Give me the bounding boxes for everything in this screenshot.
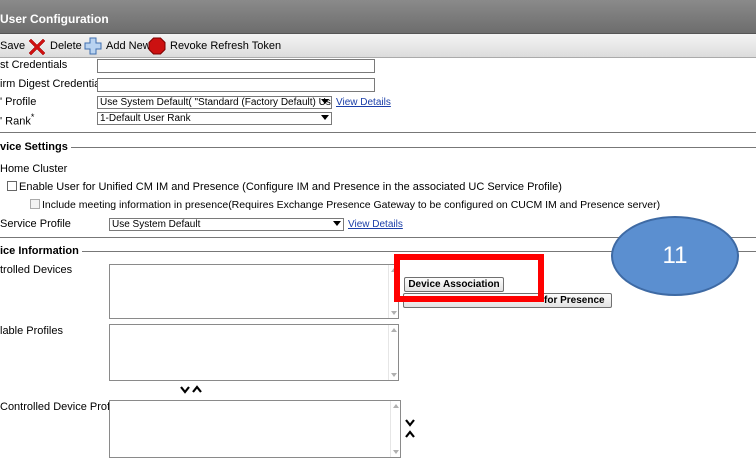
chevron-down-icon: [333, 221, 341, 226]
rank-label-text: ' Rank: [0, 115, 31, 128]
device-settings-title: vice Settings: [0, 141, 71, 153]
add-new-label: Add New: [106, 40, 151, 52]
delete-button[interactable]: Delete: [28, 37, 82, 55]
scroll-down-icon: [391, 311, 397, 315]
scroll-down-icon: [391, 373, 397, 377]
scroll-up-icon: [391, 328, 397, 332]
save-button[interactable]: Save: [0, 37, 25, 55]
scroll-up-icon: [393, 404, 399, 408]
delete-label: Delete: [50, 40, 82, 52]
profile-value: Use System Default( "Standard (Factory D…: [100, 97, 331, 108]
presence-button-label: for Presence: [544, 295, 605, 306]
controlled-device-profiles-list[interactable]: [109, 400, 401, 458]
controlled-device-profiles-label: Controlled Device Profiles: [0, 401, 127, 413]
scrollbar[interactable]: [390, 401, 400, 457]
device-information-title: ice Information: [0, 245, 82, 257]
enable-im-presence-checkbox[interactable]: [7, 181, 17, 191]
highlight-box: [394, 254, 544, 302]
chevron-down-icon: [321, 99, 329, 104]
include-meeting-checkbox[interactable]: [30, 199, 40, 209]
available-profiles-list[interactable]: [109, 324, 399, 381]
enable-im-presence-label: Enable User for Unified CM IM and Presen…: [19, 181, 562, 193]
rank-label: ' Rank*: [0, 112, 34, 128]
service-profile-select[interactable]: Use System Default: [109, 218, 344, 231]
controlled-devices-list[interactable]: [109, 264, 399, 319]
service-profile-value: Use System Default: [112, 219, 201, 230]
add-new-button[interactable]: Add New: [84, 37, 151, 55]
toolbar: Save Delete Add New Revoke Refresh Token: [0, 34, 756, 58]
confirm-digest-input[interactable]: [97, 78, 375, 92]
title-bar: User Configuration: [0, 0, 756, 34]
add-icon: [84, 37, 102, 55]
confirm-digest-label: irm Digest Credentials: [0, 78, 109, 90]
profile-label: ' Profile: [0, 96, 37, 108]
include-meeting-label: Include meeting information in presence(…: [42, 199, 661, 211]
profile-select[interactable]: Use System Default( "Standard (Factory D…: [97, 96, 332, 109]
chevron-down-icon: [321, 115, 329, 120]
user-rank-select[interactable]: 1-Default User Rank: [97, 112, 332, 125]
profile-view-details-link[interactable]: View Details: [336, 97, 391, 108]
digest-credentials-input[interactable]: [97, 59, 375, 73]
stop-icon: [148, 37, 166, 55]
scroll-down-icon: [393, 450, 399, 454]
user-rank-value: 1-Default User Rank: [100, 113, 191, 124]
home-cluster-label: Home Cluster: [0, 163, 68, 175]
revoke-label: Revoke Refresh Token: [170, 40, 282, 52]
revoke-refresh-token-button[interactable]: Revoke Refresh Token: [148, 37, 281, 55]
move-arrows-icon[interactable]: [180, 385, 204, 395]
delete-icon: [28, 38, 46, 55]
window-title: User Configuration: [0, 12, 109, 26]
required-marker: *: [30, 112, 35, 122]
scrollbar[interactable]: [388, 325, 398, 380]
reorder-arrows-icon[interactable]: [404, 418, 416, 440]
available-profiles-label: lable Profiles: [0, 325, 63, 337]
step-number: 11: [662, 242, 688, 269]
divider: [0, 132, 756, 133]
save-label: Save: [0, 40, 26, 52]
step-callout: 11: [611, 216, 739, 296]
device-settings-border: [0, 147, 756, 148]
service-profile-view-details-link[interactable]: View Details: [348, 219, 403, 230]
controlled-devices-label: trolled Devices: [0, 264, 73, 276]
service-profile-label: Service Profile: [0, 218, 71, 230]
digest-credentials-label: st Credentials: [0, 59, 68, 71]
